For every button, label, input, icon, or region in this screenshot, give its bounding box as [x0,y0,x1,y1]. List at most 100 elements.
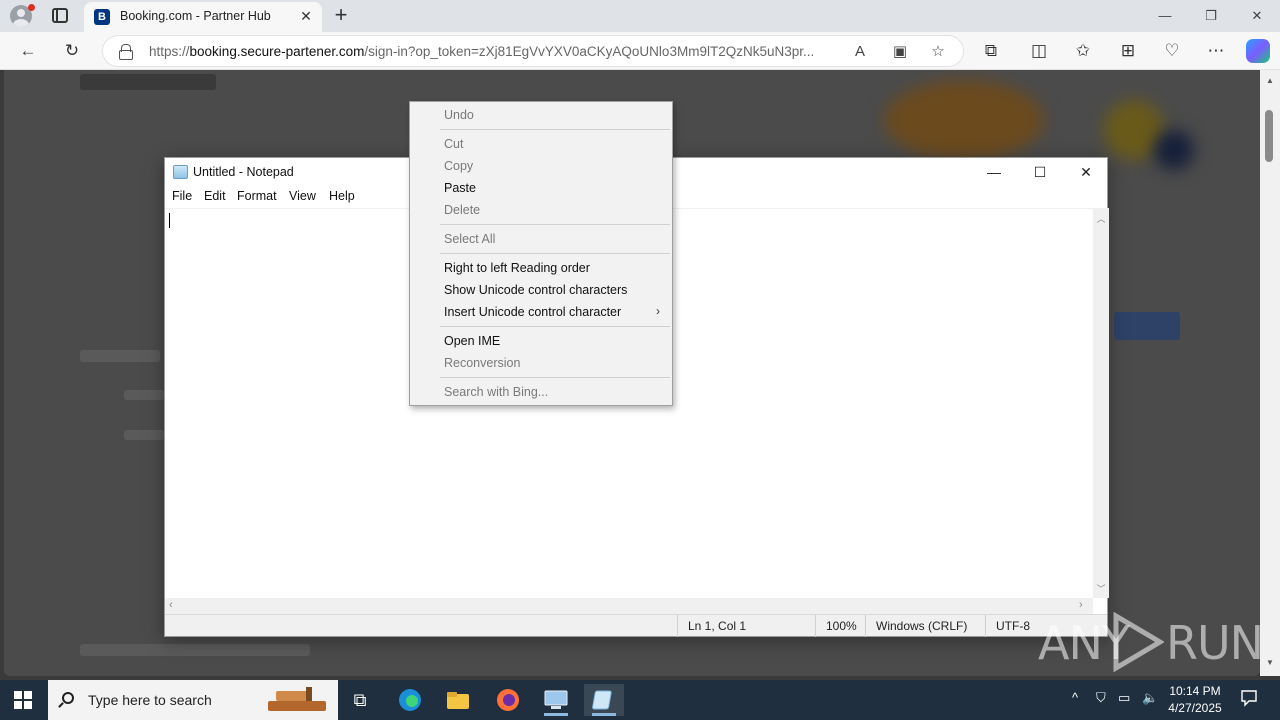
ctx-separator [440,326,670,327]
ctx-cut[interactable]: Cut [444,137,463,151]
ctx-show-unicode-control[interactable]: Show Unicode control characters [444,283,627,297]
menu-help[interactable]: Help [329,189,355,203]
search-highlight-image [268,687,326,711]
ctx-open-ime[interactable]: Open IME [444,334,500,348]
notepad-minimize-icon[interactable]: — [971,158,1017,186]
booking-favicon-icon: B [94,9,110,25]
ctx-undo[interactable]: Undo [444,108,474,122]
notepad-horizontal-scrollbar[interactable]: ‹ › [165,598,1093,614]
watermark-text-right: RUN [1166,616,1264,670]
notifications-icon[interactable] [1240,689,1258,710]
show-hidden-icons-icon[interactable]: ^ [1072,690,1078,705]
tab-actions-icon[interactable] [52,8,68,23]
url-path: /sign-in?op_token=zXj81EgVvYXV0aCKyAQoUN… [364,44,815,59]
notepad-scroll-down-icon[interactable]: ﹀ [1093,582,1109,595]
notepad-taskbar-icon[interactable] [584,684,624,716]
minimize-window-icon[interactable]: — [1142,0,1188,32]
watermark-play-icon [1113,612,1164,672]
notepad-status-bar: Ln 1, Col 1 100% Windows (CRLF) UTF-8 [165,614,1107,637]
file-explorer-icon[interactable] [438,684,478,716]
ctx-copy[interactable]: Copy [444,159,473,173]
status-cursor-position: Ln 1, Col 1 [677,615,817,637]
close-window-icon[interactable]: ✕ [1234,0,1280,32]
extensions-icon[interactable]: ⧉ [977,37,1005,65]
page-heading-placeholder [80,350,160,362]
split-screen-icon[interactable]: ◫ [1025,37,1053,65]
ctx-select-all[interactable]: Select All [444,232,495,246]
url-host: booking.secure-partener.com [189,44,365,59]
more-icon[interactable]: ⋯ [1202,37,1230,65]
notepad-scroll-up-icon[interactable]: ︿ [1093,212,1109,225]
new-tab-icon[interactable]: + [330,4,352,26]
browser-essentials-icon[interactable]: ♡ [1158,37,1186,65]
menu-file[interactable]: File [172,189,192,203]
app-running-indicator [544,713,568,716]
favorites-icon[interactable]: ✩ [1069,37,1097,65]
page-scrollbar[interactable]: ▲ ▼ [1260,70,1280,676]
page-footer-placeholder [80,644,310,656]
network-tray-icon[interactable]: ▭ [1118,690,1130,706]
ctx-paste[interactable]: Paste [444,181,476,195]
notepad-scroll-left-icon[interactable]: ‹ [169,599,173,611]
windows-start-icon[interactable] [14,691,32,709]
status-zoom: 100% [815,615,867,637]
browser-tab-active[interactable]: B Booking.com - Partner Hub ✕ [84,2,322,32]
taskbar-clock[interactable]: 10:14 PM 4/27/2025 [1162,683,1228,717]
immersive-reader-icon[interactable]: ▣ [889,41,911,63]
ctx-delete[interactable]: Delete [444,203,480,217]
status-line-ending: Windows (CRLF) [865,615,985,637]
copilot-icon[interactable] [1246,39,1270,63]
page-list-placeholder [124,390,164,400]
notepad-scroll-right-icon[interactable]: › [1079,599,1083,611]
anyrun-watermark-logo: ANY RUN [1038,612,1264,672]
clock-time: 10:14 PM [1169,684,1221,698]
scrollbar-thumb[interactable] [1265,110,1273,162]
firefox-icon[interactable] [488,684,528,716]
notepad-vertical-scrollbar[interactable]: ︿ ﹀ [1093,208,1109,598]
refresh-icon[interactable]: ↻ [58,37,86,65]
app-active-indicator [592,713,616,716]
address-bar[interactable]: https://booking.secure-partener.com/sign… [102,35,964,67]
read-aloud-icon[interactable]: A [849,41,871,63]
ctx-reconversion[interactable]: Reconversion [444,356,520,370]
clock-date: 4/27/2025 [1168,701,1222,715]
browser-toolbar: ← ↻ https://booking.secure-partener.com/… [0,32,1280,70]
scroll-up-icon[interactable]: ▲ [1265,76,1275,85]
notepad-app-icon [173,165,188,179]
notepad-close-icon[interactable]: ✕ [1063,158,1109,186]
ctx-separator [440,129,670,130]
taskbar: Type here to search ⧉ ^ ⛉ ▭ 🔈 10:14 PM 4… [0,680,1280,720]
page-logo-placeholder [80,74,216,90]
volume-tray-icon[interactable]: 🔈 [1142,690,1158,706]
collections-icon[interactable]: ⊞ [1114,37,1142,65]
context-menu: Undo Cut Copy Paste Delete Select All Ri… [409,101,673,406]
tab-close-icon[interactable]: ✕ [298,8,314,24]
network-app-icon[interactable] [536,684,576,716]
ctx-insert-unicode-control[interactable]: Insert Unicode control character [444,305,621,319]
notepad-maximize-icon[interactable]: ☐ [1017,158,1063,186]
back-icon[interactable]: ← [14,37,42,65]
text-caret [169,213,170,228]
ctx-search-with-bing[interactable]: Search with Bing... [444,385,548,399]
ctx-separator [440,377,670,378]
taskbar-search-box[interactable]: Type here to search [48,680,338,720]
tab-title: Booking.com - Partner Hub [120,9,271,23]
favorite-star-icon[interactable]: ☆ [927,41,949,63]
notepad-title: Untitled - Notepad [193,165,294,179]
search-icon [62,692,74,704]
defender-tray-icon[interactable]: ⛉ [1096,690,1106,706]
scroll-down-icon[interactable]: ▼ [1265,658,1275,667]
restore-window-icon[interactable]: ❐ [1188,0,1234,32]
page-primary-button [1114,312,1180,340]
menu-edit[interactable]: Edit [204,189,226,203]
menu-format[interactable]: Format [237,189,277,203]
search-placeholder: Type here to search [88,692,212,708]
edge-icon[interactable] [390,684,430,716]
url-prefix: https:// [149,44,190,59]
menu-view[interactable]: View [289,189,316,203]
ctx-separator [440,253,670,254]
task-view-icon[interactable]: ⧉ [340,684,380,716]
lock-icon[interactable] [119,44,133,60]
ctx-rtl-reading-order[interactable]: Right to left Reading order [444,261,590,275]
address-url[interactable]: https://booking.secure-partener.com/sign… [149,44,839,59]
